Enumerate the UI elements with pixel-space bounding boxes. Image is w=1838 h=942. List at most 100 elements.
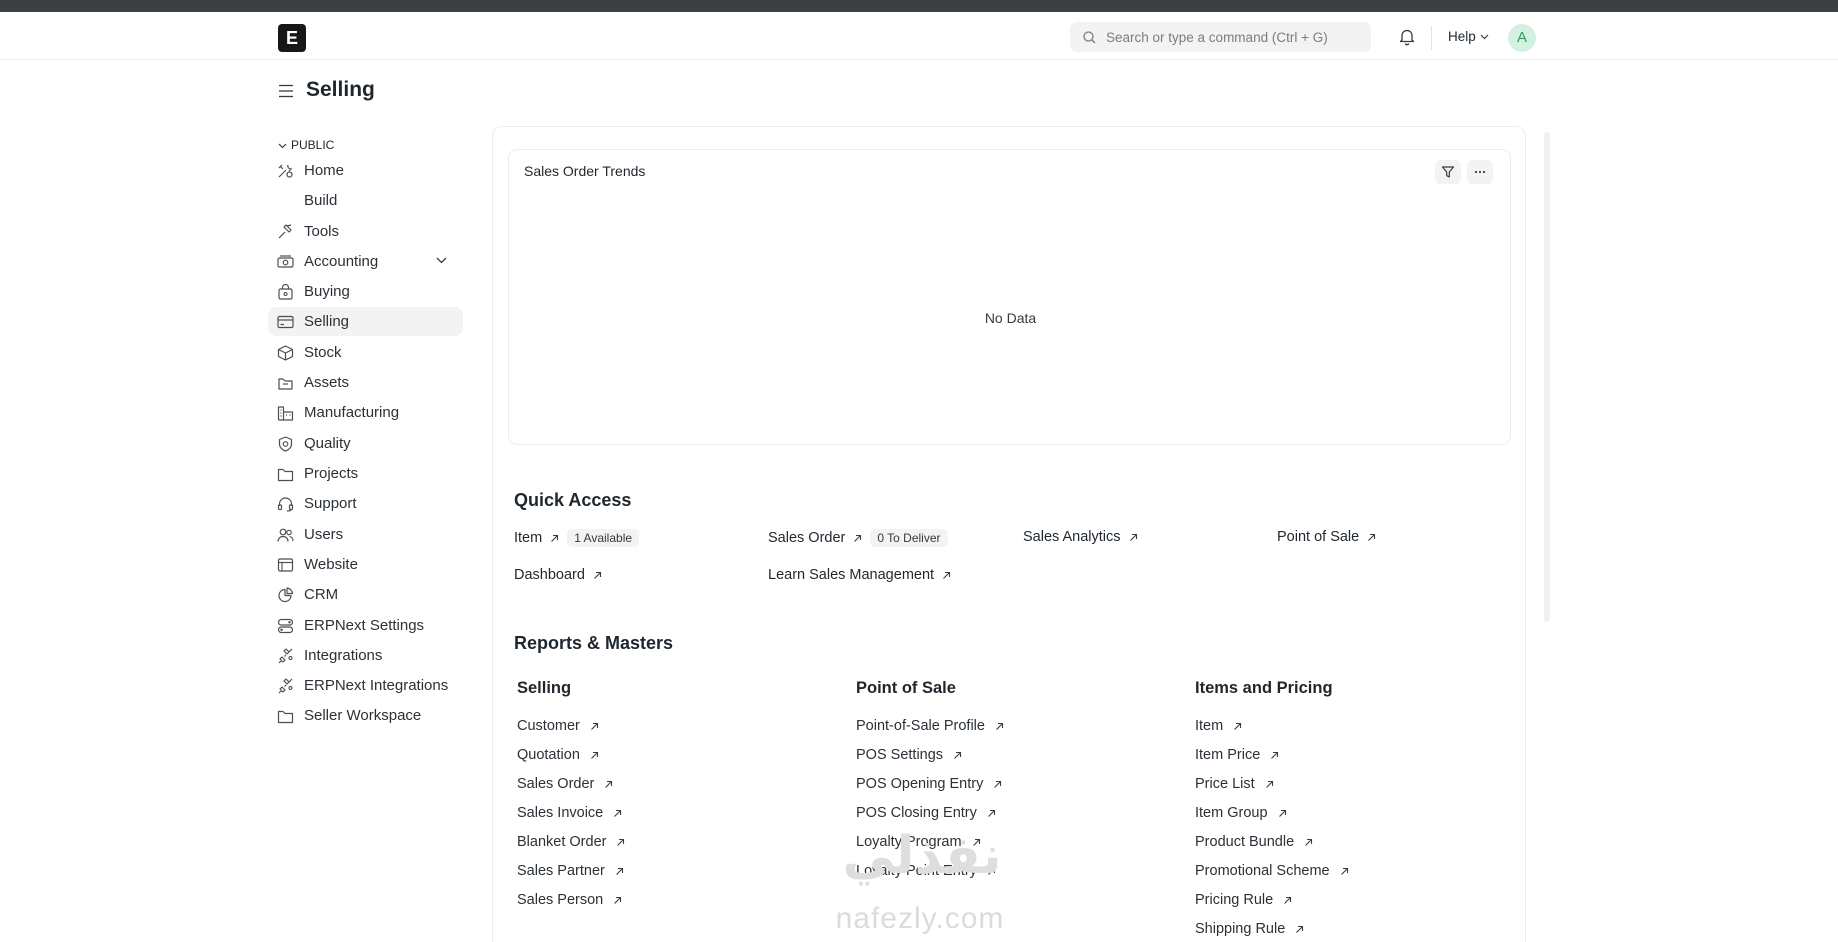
shortcut-sales-order[interactable]: Sales Order 0 To Deliver: [768, 529, 948, 549]
sidebar-item-manufacturing[interactable]: Manufacturing: [268, 398, 463, 427]
arrow-up-right-icon: [1368, 533, 1376, 541]
arrow-up-right-icon: [1278, 809, 1286, 817]
chevron-down-icon[interactable]: [436, 257, 447, 264]
arrow-up-right-icon: [988, 809, 995, 817]
report-link-label: Promotional Scheme: [1195, 863, 1330, 879]
card-title-selling: Selling: [517, 679, 572, 697]
shortcut-label: Sales Analytics: [1023, 529, 1121, 545]
arrow-up-right-icon: [605, 780, 613, 788]
sidebar-section-label: PUBLIC: [291, 138, 335, 152]
report-link[interactable]: Customer: [517, 718, 599, 734]
hamburger-menu-icon[interactable]: [278, 84, 294, 98]
more-horizontal-icon: [1474, 170, 1486, 174]
report-link[interactable]: Blanket Order: [517, 834, 625, 850]
sidebar-item-label: Assets: [304, 374, 350, 391]
scrollbar[interactable]: [1544, 132, 1550, 622]
sidebar-item-quality[interactable]: Quality: [268, 429, 463, 458]
sidebar-item-selling[interactable]: Selling: [268, 307, 463, 336]
sidebar-item-label: CRM: [304, 586, 339, 603]
report-link-label: Item Price: [1195, 747, 1261, 763]
sidebar-item-stock[interactable]: Stock: [268, 338, 463, 367]
report-link-label: Sales Partner: [517, 863, 605, 879]
sidebar-item-label: Seller Workspace: [304, 707, 422, 724]
search-input[interactable]: [1106, 22, 1361, 52]
arrow-up-right-icon: [591, 751, 598, 759]
sidebar-item-erpnext-settings[interactable]: ERPNext Settings: [268, 611, 463, 640]
report-link[interactable]: Sales Person: [517, 892, 622, 908]
sidebar-item-buying[interactable]: Buying: [268, 277, 463, 306]
report-link-label: Sales Order: [517, 776, 595, 792]
sidebar-item-label: Build: [304, 192, 338, 209]
sidebar-item-home[interactable]: Home: [268, 156, 463, 185]
report-link[interactable]: Quotation: [517, 747, 599, 763]
page-title: Selling: [306, 78, 375, 101]
report-link[interactable]: Product Bundle: [1195, 834, 1313, 850]
shortcut-sales-analytics[interactable]: Sales Analytics: [1023, 529, 1138, 549]
sidebar-item-build[interactable]: Build: [268, 186, 463, 215]
report-link[interactable]: Price List: [1195, 776, 1274, 792]
box-icon: [277, 345, 294, 361]
sidebar-section-public[interactable]: PUBLIC: [278, 138, 334, 152]
report-link[interactable]: Shipping Rule: [1195, 921, 1304, 937]
report-link[interactable]: Sales Invoice: [517, 805, 622, 821]
arrow-up-right-icon: [996, 722, 1004, 730]
quick-access-heading: Quick Access: [514, 490, 632, 510]
chevron-down-icon: [1480, 35, 1489, 40]
arrow-up-right-icon: [943, 571, 951, 579]
arrow-up-right-icon: [1271, 751, 1279, 759]
reports-masters-heading: Reports & Masters: [514, 633, 674, 653]
shortcut-item[interactable]: Item 1 Available: [514, 529, 640, 549]
top-navbar: E Help A: [0, 12, 1838, 60]
report-link[interactable]: Promotional Scheme: [1195, 863, 1349, 879]
sidebar-item-users[interactable]: Users: [268, 520, 463, 549]
chart-filter-button[interactable]: [1435, 160, 1461, 184]
bag-icon: [278, 284, 293, 300]
arrow-up-right-icon: [594, 571, 601, 579]
report-link[interactable]: Item Group: [1195, 805, 1287, 821]
sidebar-item-crm[interactable]: CRM: [268, 580, 463, 609]
app-logo[interactable]: E: [278, 24, 306, 52]
card-icon: [277, 315, 294, 329]
sidebar-item-website[interactable]: Website: [268, 550, 463, 579]
report-link[interactable]: Sales Order: [517, 776, 613, 792]
arrow-up-right-icon: [1296, 925, 1304, 933]
sidebar-item-label: Stock: [304, 344, 342, 361]
report-link-label: Sales Invoice: [517, 805, 604, 821]
report-link[interactable]: Item Price: [1195, 747, 1279, 763]
sidebar-item-seller-workspace[interactable]: Seller Workspace: [268, 701, 463, 730]
sidebar-item-accounting[interactable]: Accounting: [268, 247, 463, 276]
report-link[interactable]: Pricing Rule: [1195, 892, 1292, 908]
report-link-label: POS Settings: [856, 747, 944, 763]
shortcut-point-of-sale[interactable]: Point of Sale: [1277, 529, 1376, 549]
user-avatar[interactable]: A: [1508, 24, 1536, 52]
shortcut-label: Learn Sales Management: [768, 567, 935, 583]
notification-bell-icon[interactable]: [1399, 28, 1415, 46]
help-dropdown[interactable]: Help: [1448, 29, 1489, 44]
sidebar-item-label: Home: [304, 162, 345, 179]
search-icon: [1083, 31, 1096, 44]
navbar-divider: [1431, 26, 1432, 50]
report-link[interactable]: POS Opening Entry: [856, 776, 1002, 792]
shortcut-label: Dashboard: [514, 567, 585, 583]
shortcut-dashboard[interactable]: Dashboard: [514, 567, 602, 587]
report-link[interactable]: Sales Partner: [517, 863, 624, 879]
sidebar-item-label: Manufacturing: [304, 404, 400, 421]
report-link[interactable]: POS Settings: [856, 747, 962, 763]
sidebar-item-support[interactable]: Support: [268, 489, 463, 518]
sidebar-item-label: Website: [304, 556, 358, 573]
report-link[interactable]: Point-of-Sale Profile: [856, 718, 1004, 734]
sidebar-item-label: ERPNext Integrations: [304, 677, 449, 694]
sidebar-item-integrations[interactable]: Integrations: [268, 641, 463, 670]
sidebar-item-projects[interactable]: Projects: [268, 459, 463, 488]
sidebar-item-tools[interactable]: Tools: [268, 217, 463, 246]
shortcut-learn-sales-management[interactable]: Learn Sales Management: [768, 567, 951, 587]
sidebar-item-assets[interactable]: Assets: [268, 368, 463, 397]
sidebar-item-erpnext-integrations[interactable]: ERPNext Integrations: [268, 671, 463, 700]
chart-options-button[interactable]: [1467, 160, 1493, 184]
report-link[interactable]: Item: [1195, 718, 1242, 734]
report-link[interactable]: POS Closing Entry: [856, 805, 996, 821]
arrow-up-right-icon: [1340, 867, 1348, 875]
awesome-bar[interactable]: [1070, 22, 1371, 52]
count-badge: 0 To Deliver: [870, 529, 948, 547]
browser-icon: [277, 558, 294, 572]
